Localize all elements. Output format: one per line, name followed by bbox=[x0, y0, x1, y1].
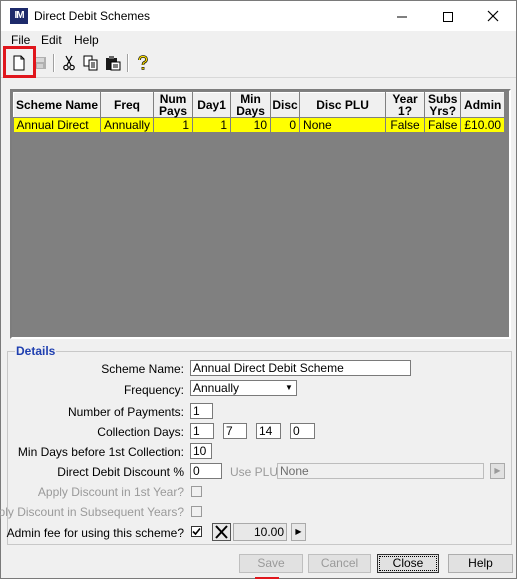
toolbar-separator bbox=[53, 54, 55, 72]
cell-year1[interactable]: False bbox=[385, 117, 426, 133]
scheme-name-input[interactable]: Annual Direct Debit Scheme bbox=[190, 360, 411, 376]
clear-fee-button[interactable] bbox=[212, 523, 231, 541]
apply-subsequent-label: Apply Discount in Subsequent Years? bbox=[0, 505, 184, 519]
details-legend: Details bbox=[15, 344, 57, 358]
menu-edit-label: Edit bbox=[41, 33, 62, 47]
column-header[interactable]: Num Pays bbox=[153, 92, 194, 118]
min-days-label: Min Days before 1st Collection: bbox=[17, 445, 184, 459]
schemes-grid[interactable]: Scheme Name Freq Num Pays Day1 Min Days … bbox=[10, 89, 511, 339]
frequency-label: Frequency: bbox=[123, 383, 184, 397]
maximize-button[interactable] bbox=[425, 1, 471, 31]
admin-fee-input[interactable]: 10.00 bbox=[233, 523, 287, 541]
num-payments-label: Number of Payments: bbox=[67, 405, 184, 419]
apply-first-year-checkbox[interactable] bbox=[191, 486, 202, 497]
toolbar bbox=[1, 50, 516, 78]
collection-day-1-input[interactable]: 1 bbox=[190, 423, 214, 439]
schemes-table: Scheme Name Freq Num Pays Day1 Min Days … bbox=[13, 92, 506, 133]
cell-admin[interactable]: £10.00 bbox=[460, 117, 506, 133]
paste-clipboard-icon bbox=[106, 56, 121, 71]
close-button[interactable]: Close bbox=[377, 554, 439, 573]
min-days-input[interactable]: 10 bbox=[190, 443, 212, 459]
minimize-icon bbox=[397, 16, 407, 18]
discount-label: Direct Debit Discount % bbox=[57, 465, 184, 479]
window-title: Direct Debit Schemes bbox=[34, 9, 151, 23]
checkmark-icon bbox=[192, 527, 201, 536]
discount-input[interactable]: 0 bbox=[190, 463, 222, 479]
menu-file[interactable]: File bbox=[11, 33, 30, 47]
close-icon bbox=[487, 10, 499, 22]
title-bar: IM Direct Debit Schemes bbox=[1, 1, 516, 31]
menu-help-label: Help bbox=[74, 33, 99, 47]
grid-header-row: Scheme Name Freq Num Pays Day1 Min Days … bbox=[13, 92, 506, 118]
menu-bar: File Edit Help bbox=[1, 31, 516, 50]
direct-debit-schemes-window: IM Direct Debit Schemes File Edit Help S… bbox=[0, 0, 517, 579]
cell-subs-yrs[interactable]: False bbox=[424, 117, 462, 133]
cell-num-pays[interactable]: 1 bbox=[153, 117, 194, 133]
app-icon: IM bbox=[10, 8, 28, 24]
collection-day-2-input[interactable]: 7 bbox=[223, 423, 247, 439]
collection-days-label: Collection Days: bbox=[97, 425, 184, 439]
cell-min-days[interactable]: 10 bbox=[230, 117, 272, 133]
admin-fee-checkbox[interactable] bbox=[191, 526, 202, 537]
maximize-icon bbox=[443, 12, 453, 23]
collection-day-3-input[interactable]: 14 bbox=[256, 423, 281, 439]
column-header[interactable]: Admin bbox=[460, 92, 506, 118]
play-arrow-icon: ▶ bbox=[494, 466, 501, 475]
column-header[interactable]: Disc bbox=[270, 92, 301, 118]
column-header[interactable]: Day1 bbox=[192, 92, 232, 118]
menu-help[interactable]: Help bbox=[74, 33, 99, 47]
help-question-icon bbox=[138, 55, 148, 70]
apply-subsequent-checkbox[interactable] bbox=[191, 506, 202, 517]
plu-lookup-button[interactable]: ▶ bbox=[490, 463, 505, 479]
column-header[interactable]: Year 1? bbox=[385, 92, 426, 118]
cut-button[interactable] bbox=[59, 53, 79, 73]
frequency-select[interactable]: Annually ▼ bbox=[190, 380, 297, 396]
cell-freq[interactable]: Annually bbox=[100, 117, 155, 133]
use-plu-label: Use PLU: bbox=[230, 465, 282, 479]
column-header[interactable]: Disc PLU bbox=[299, 92, 387, 118]
column-header[interactable]: Scheme Name bbox=[13, 92, 101, 118]
column-header[interactable]: Freq bbox=[99, 92, 155, 118]
cancel-button[interactable]: Cancel bbox=[308, 554, 371, 573]
menu-edit[interactable]: Edit bbox=[41, 33, 62, 47]
admin-fee-lookup-button[interactable]: ▶ bbox=[291, 523, 306, 541]
scheme-name-label: Scheme Name: bbox=[101, 362, 184, 376]
cell-disc-plu[interactable]: None bbox=[299, 117, 387, 133]
help-button[interactable]: Help bbox=[448, 554, 513, 573]
cell-scheme-name[interactable]: Annual Direct bbox=[13, 117, 101, 133]
table-row[interactable]: Annual Direct Annually 1 1 10 0 None Fal… bbox=[13, 117, 506, 133]
copy-icon bbox=[83, 55, 98, 71]
apply-first-year-label: Apply Discount in 1st Year? bbox=[37, 485, 184, 499]
save-button[interactable]: Save bbox=[239, 554, 303, 573]
copy-button[interactable] bbox=[81, 53, 101, 73]
use-plu-input: None bbox=[277, 463, 484, 479]
frequency-value: Annually bbox=[193, 381, 240, 395]
cell-disc[interactable]: 0 bbox=[270, 117, 301, 133]
play-arrow-icon: ▶ bbox=[295, 527, 302, 536]
collection-day-4-input[interactable]: 0 bbox=[290, 423, 315, 439]
scissors-icon bbox=[63, 55, 75, 71]
num-payments-input[interactable]: 1 bbox=[190, 403, 213, 419]
chevron-down-icon: ▼ bbox=[285, 383, 293, 392]
menu-file-label: File bbox=[11, 33, 31, 47]
new-button-highlight bbox=[3, 46, 36, 78]
x-icon bbox=[215, 525, 228, 539]
admin-fee-label: Admin fee for using this scheme? bbox=[6, 526, 184, 540]
help-toolbar-button[interactable] bbox=[133, 53, 153, 73]
minimize-button[interactable] bbox=[379, 1, 425, 31]
paste-button[interactable] bbox=[103, 53, 123, 73]
column-header[interactable]: Subs Yrs? bbox=[424, 92, 462, 118]
cell-day1[interactable]: 1 bbox=[192, 117, 232, 133]
close-window-button[interactable] bbox=[470, 1, 516, 31]
column-header[interactable]: Min Days bbox=[230, 92, 272, 118]
toolbar-separator bbox=[127, 54, 129, 72]
